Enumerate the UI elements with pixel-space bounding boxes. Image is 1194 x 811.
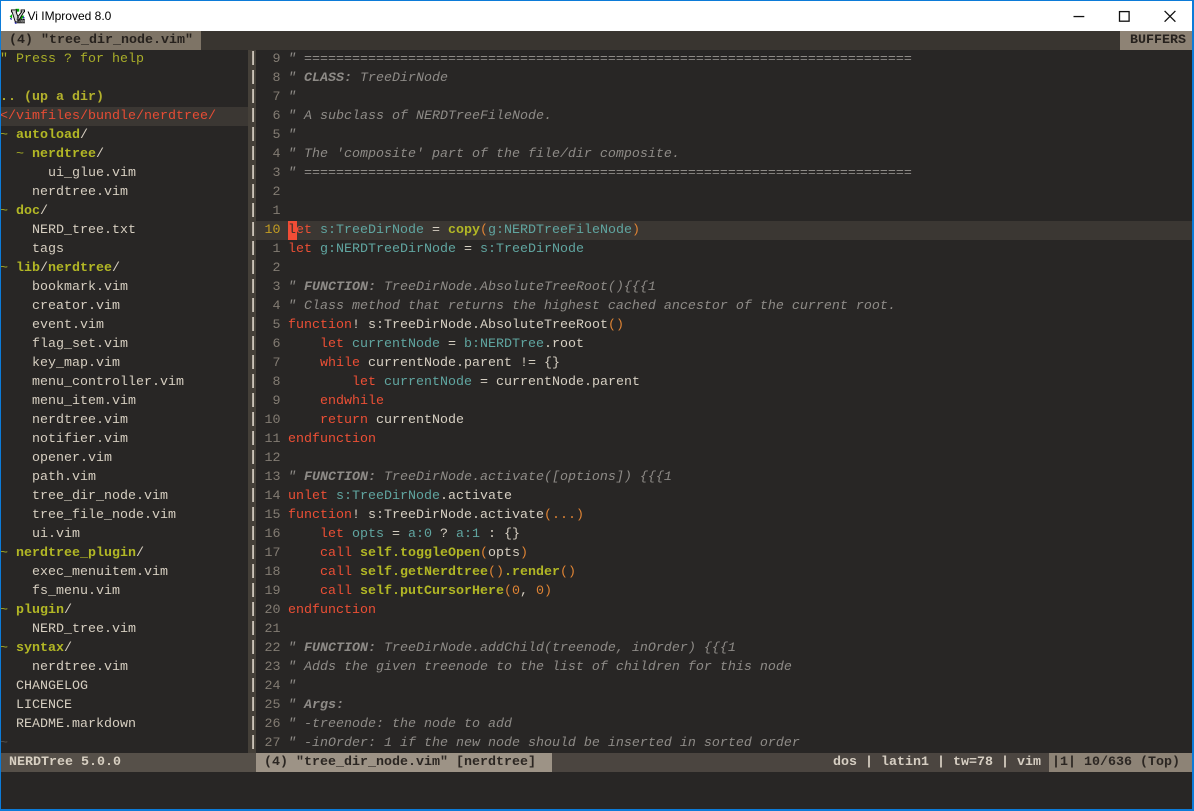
svg-text:im: im xyxy=(17,16,25,24)
